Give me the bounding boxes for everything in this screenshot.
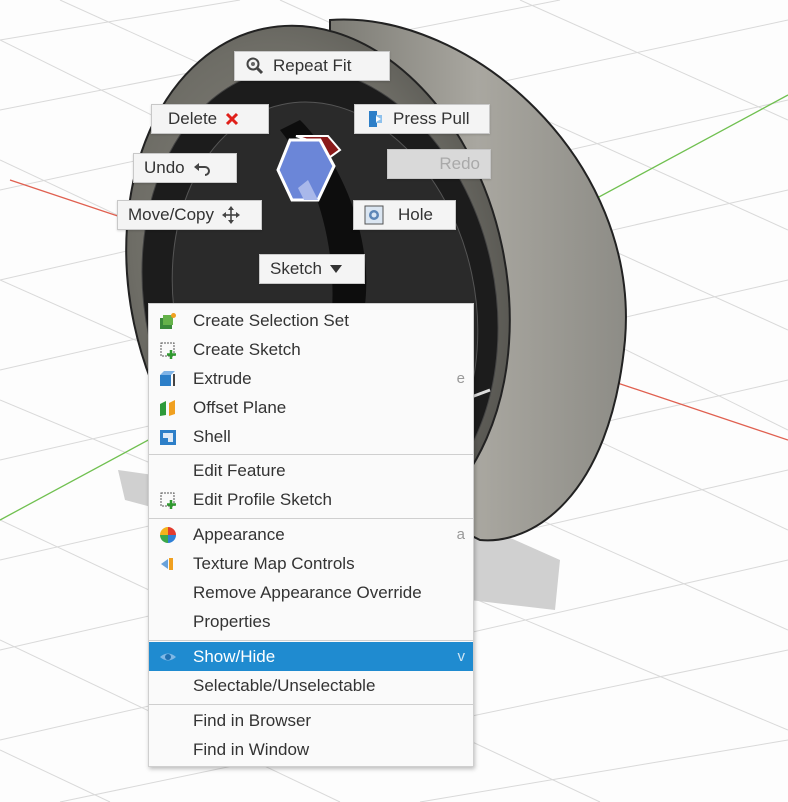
repeat-fit-button[interactable]: Repeat Fit	[234, 51, 390, 81]
menu-item-label: Shell	[193, 426, 231, 446]
undo-label: Undo	[144, 158, 185, 177]
create-sketch-icon	[159, 341, 177, 359]
menu-item-label: Remove Appearance Override	[193, 582, 422, 602]
menu-separator	[149, 640, 473, 641]
menu-item-shortcut: v	[457, 648, 466, 665]
edit-profile-sketch-icon	[159, 491, 177, 509]
press-pull-label: Press Pull	[393, 109, 470, 128]
menu-item-create-sketch[interactable]: Create Sketch	[149, 335, 473, 364]
menu-separator	[149, 454, 473, 455]
hole-label: Hole	[398, 205, 433, 224]
menu-item-label: Selectable/Unselectable	[193, 675, 376, 695]
sketch-label: Sketch	[270, 259, 322, 278]
menu-item-label: Create Sketch	[193, 339, 301, 359]
menu-item-label: Find in Browser	[193, 710, 312, 730]
menu-item-label: Texture Map Controls	[193, 553, 355, 573]
redo-label: Redo	[439, 154, 480, 173]
delete-button[interactable]: Delete	[151, 104, 269, 134]
menu-item-remove-appearance-override[interactable]: Remove Appearance Override	[149, 578, 473, 607]
menu-item-extrude[interactable]: Extrude e	[149, 364, 473, 393]
menu-item-offset-plane[interactable]: Offset Plane	[149, 393, 473, 422]
delete-label: Delete	[168, 109, 218, 128]
shell-icon	[159, 428, 177, 446]
delete-x-icon	[225, 112, 239, 126]
sketch-dropdown-button[interactable]: Sketch	[259, 254, 365, 284]
menu-item-shortcut: e	[456, 370, 465, 387]
move-copy-label: Move/Copy	[128, 205, 214, 224]
menu-item-texture-map-controls[interactable]: Texture Map Controls	[149, 549, 473, 578]
texture-map-icon	[159, 555, 177, 573]
menu-item-label: Edit Feature	[193, 460, 286, 480]
menu-item-properties[interactable]: Properties	[149, 607, 473, 636]
extrude-icon	[159, 370, 177, 388]
appearance-icon	[159, 526, 177, 544]
menu-item-selectable-unselectable[interactable]: Selectable/Unselectable	[149, 671, 473, 700]
menu-item-label: Create Selection Set	[193, 310, 349, 330]
menu-item-label: Appearance	[193, 524, 285, 544]
context-menu: Create Selection Set Create Sketch Extru…	[148, 303, 474, 767]
menu-item-show-hide[interactable]: Show/Hide v	[149, 642, 473, 671]
view-cube-icon[interactable]	[268, 128, 348, 208]
hole-button[interactable]: Hole	[353, 200, 456, 230]
menu-item-create-selection-set[interactable]: Create Selection Set	[149, 306, 473, 335]
hole-icon	[364, 205, 384, 225]
menu-item-appearance[interactable]: Appearance a	[149, 520, 473, 549]
move-copy-button[interactable]: Move/Copy	[117, 200, 262, 230]
menu-item-label: Show/Hide	[193, 646, 276, 666]
menu-item-shell[interactable]: Shell	[149, 422, 473, 451]
selection-set-icon	[159, 312, 177, 330]
menu-item-label: Find in Window	[193, 739, 310, 759]
undo-arrow-icon	[193, 160, 211, 176]
menu-item-edit-feature[interactable]: Edit Feature	[149, 456, 473, 485]
menu-item-shortcut: a	[456, 526, 465, 543]
menu-item-edit-profile-sketch[interactable]: Edit Profile Sketch	[149, 485, 473, 514]
dropdown-arrow-icon	[329, 264, 342, 274]
menu-item-find-in-window[interactable]: Find in Window	[149, 735, 473, 764]
menu-item-label: Offset Plane	[193, 397, 287, 417]
move-arrows-icon	[221, 206, 240, 224]
offset-plane-icon	[159, 399, 177, 417]
menu-separator	[149, 518, 473, 519]
menu-item-find-in-browser[interactable]: Find in Browser	[149, 706, 473, 735]
menu-separator	[149, 704, 473, 705]
redo-button: Redo	[387, 149, 491, 179]
magnifier-icon	[245, 56, 265, 76]
repeat-fit-label: Repeat Fit	[273, 56, 352, 75]
menu-item-label: Edit Profile Sketch	[193, 489, 332, 509]
press-pull-button[interactable]: Press Pull	[354, 104, 490, 134]
menu-item-label: Extrude	[193, 368, 252, 388]
menu-item-label: Properties	[193, 611, 271, 631]
press-pull-icon	[365, 109, 385, 129]
undo-button[interactable]: Undo	[133, 153, 237, 183]
eye-icon	[159, 648, 177, 666]
